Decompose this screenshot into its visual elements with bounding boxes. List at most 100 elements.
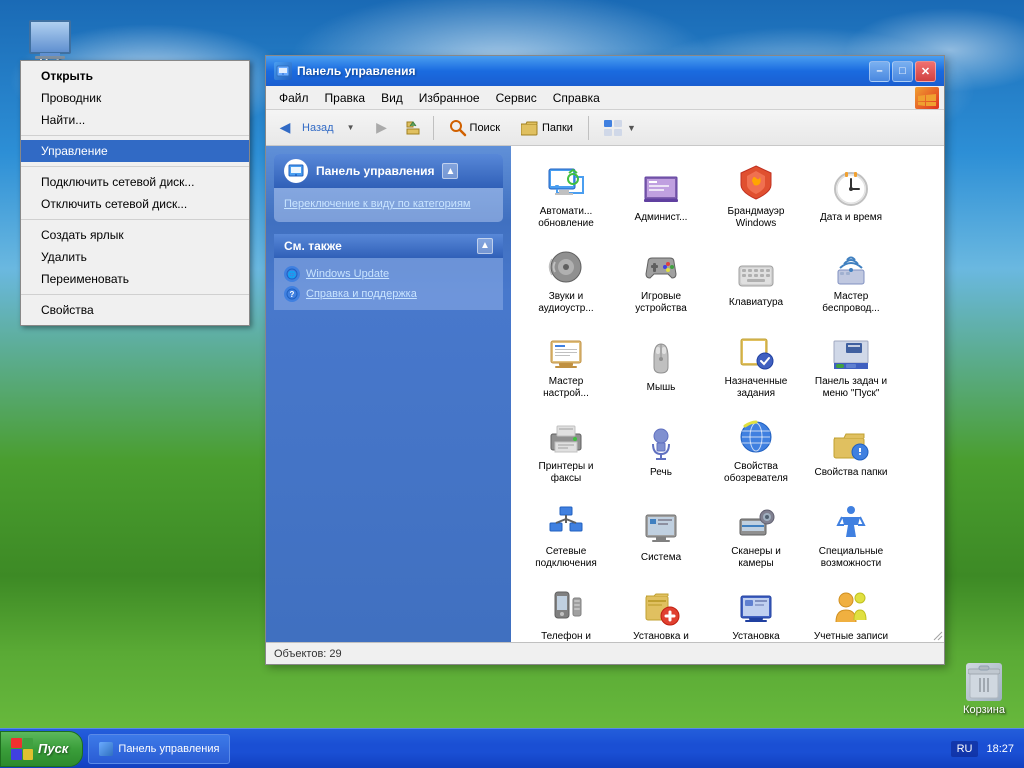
see-also-title: См. также	[284, 239, 342, 253]
icon-tasks[interactable]: Назначенные задания	[711, 326, 801, 406]
see-also-header: См. также ▲	[274, 234, 503, 258]
context-menu-delete[interactable]: Удалить	[21, 246, 249, 268]
icon-system[interactable]: Система	[616, 496, 706, 576]
icon-printers-label: Принтеры и факсы	[526, 461, 606, 485]
icon-phone-modem-img	[546, 587, 586, 627]
context-menu-properties[interactable]: Свойства	[21, 299, 249, 321]
icon-mouse-img	[641, 338, 681, 378]
search-button[interactable]: Поиск	[440, 115, 509, 141]
icon-folder-options[interactable]: Свойства папки	[806, 411, 896, 491]
back-button[interactable]: ◀	[271, 115, 299, 141]
icon-mouse[interactable]: Мышь	[616, 326, 706, 406]
context-menu-find[interactable]: Найти...	[21, 109, 249, 131]
start-button[interactable]: Пуск	[0, 731, 83, 767]
windows-update-label: Windows Update	[306, 268, 389, 280]
icon-wireless-label: Мастер беспровод...	[811, 291, 891, 315]
back-dropdown[interactable]: ▼	[337, 115, 365, 141]
folders-button[interactable]: Папки	[512, 116, 582, 140]
resize-handle[interactable]	[930, 628, 944, 642]
context-menu-open[interactable]: Открыть	[21, 65, 249, 87]
icon-firewall[interactable]: Брандмауэр Windows	[711, 156, 801, 236]
help-label: Справка и поддержка	[306, 288, 417, 300]
context-menu: Открыть Проводник Найти... Управление По…	[20, 60, 250, 326]
help-icon: ?	[284, 286, 300, 302]
close-button[interactable]: ✕	[915, 61, 936, 82]
icon-hardware[interactable]: Установка оборудова...	[711, 581, 801, 642]
context-menu-net-connect[interactable]: Подключить сетевой диск...	[21, 171, 249, 193]
back-label[interactable]: Назад	[302, 122, 334, 134]
taskbar-item-icon	[99, 742, 113, 756]
icon-sound-label: Звуки и аудиоустр...	[526, 291, 606, 315]
context-menu-rename[interactable]: Переименовать	[21, 268, 249, 290]
icon-network[interactable]: Сетевые подключения	[521, 496, 611, 576]
menu-file[interactable]: Файл	[271, 89, 317, 107]
icon-accessibility[interactable]: Специальные возможности	[806, 496, 896, 576]
context-menu-explorer[interactable]: Проводник	[21, 87, 249, 109]
icon-speech-img	[641, 423, 681, 463]
menu-tools[interactable]: Сервис	[488, 89, 545, 107]
icon-gamecontrollers[interactable]: Игровые устройства	[616, 241, 706, 321]
view-toggle[interactable]: ▼	[595, 116, 645, 140]
context-menu-manage[interactable]: Управление	[21, 140, 249, 162]
separator-2	[21, 166, 249, 167]
icon-wireless[interactable]: Мастер беспровод...	[806, 241, 896, 321]
collapse-see-also[interactable]: ▲	[477, 238, 493, 254]
icon-datetime[interactable]: Дата и время	[806, 156, 896, 236]
icon-taskbar-menu[interactable]: Панель задач и меню "Пуск"	[806, 326, 896, 406]
icon-admin[interactable]: Админист...	[616, 156, 706, 236]
icon-user-accounts[interactable]: Учетные записи пол...	[806, 581, 896, 642]
status-text: Объектов: 29	[274, 648, 342, 660]
icons-area: Автомати... обновление	[511, 146, 944, 642]
icon-add-remove[interactable]: Установка и удаление...	[616, 581, 706, 642]
help-link[interactable]: ? Справка и поддержка	[284, 284, 493, 304]
maximize-button[interactable]: □	[892, 61, 913, 82]
forward-button[interactable]: ▶	[368, 115, 396, 141]
taskbar: Пуск Панель управления RU 18:27	[0, 728, 1024, 768]
collapse-main[interactable]: ▲	[442, 163, 458, 179]
icon-keyboard-img	[736, 253, 776, 293]
icon-phone-modem[interactable]: Телефон и модем	[521, 581, 611, 642]
icon-autoupdate[interactable]: Автомати... обновление	[521, 156, 611, 236]
context-menu-create-shortcut[interactable]: Создать ярлык	[21, 224, 249, 246]
start-label: Пуск	[38, 741, 68, 756]
menu-favorites[interactable]: Избранное	[411, 89, 488, 107]
icon-keyboard[interactable]: Клавиатура	[711, 241, 801, 321]
icon-printers[interactable]: Принтеры и факсы	[521, 411, 611, 491]
taskbar-item-label: Панель управления	[118, 743, 219, 755]
panel-main-header: Панель управления ▲	[274, 154, 503, 188]
control-panel-window: Панель управления – □ ✕ Файл Правка Вид …	[265, 55, 945, 665]
window-controls: – □ ✕	[869, 61, 936, 82]
icon-system-label: Система	[641, 552, 681, 564]
icon-autoupdate-label: Автомати... обновление	[526, 206, 606, 230]
icon-datetime-img	[831, 168, 871, 208]
toolbar-sep-2	[588, 116, 589, 140]
icon-ie-options[interactable]: Свойства обозревателя	[711, 411, 801, 491]
minimize-button[interactable]: –	[869, 61, 890, 82]
up-button[interactable]	[399, 115, 427, 141]
icon-sound[interactable]: Звуки и аудиоустр...	[521, 241, 611, 321]
icon-setup-img	[546, 332, 586, 372]
category-view-link[interactable]: Переключение к виду по категориям	[284, 196, 493, 214]
windows-update-link[interactable]: 🌐 Windows Update	[284, 264, 493, 284]
icon-setup[interactable]: Мастер настрой...	[521, 326, 611, 406]
icon-taskbar-menu-label: Панель задач и меню "Пуск"	[811, 376, 891, 400]
menu-help[interactable]: Справка	[545, 89, 608, 107]
window-title-icon	[274, 62, 292, 80]
icon-firewall-img	[736, 162, 776, 202]
menu-view[interactable]: Вид	[373, 89, 411, 107]
panel-main-body: Переключение к виду по категориям	[274, 188, 503, 222]
language-indicator[interactable]: RU	[951, 741, 979, 757]
icon-hardware-img	[736, 587, 776, 627]
windows-logo-menu	[915, 87, 939, 109]
taskbar-control-panel[interactable]: Панель управления	[88, 734, 230, 764]
svg-text:?: ?	[290, 290, 295, 299]
panel-main-icon	[284, 159, 308, 183]
windows-update-icon: 🌐	[284, 266, 300, 282]
desktop-icon-recycle-bin[interactable]: Корзина	[954, 663, 1014, 716]
menu-edit[interactable]: Правка	[317, 89, 374, 107]
view-dropdown-arrow[interactable]: ▼	[627, 123, 636, 133]
icon-scanners[interactable]: Сканеры и камеры	[711, 496, 801, 576]
context-menu-net-disconnect[interactable]: Отключить сетевой диск...	[21, 193, 249, 215]
icon-speech[interactable]: Речь	[616, 411, 706, 491]
icon-ie-options-label: Свойства обозревателя	[716, 461, 796, 485]
